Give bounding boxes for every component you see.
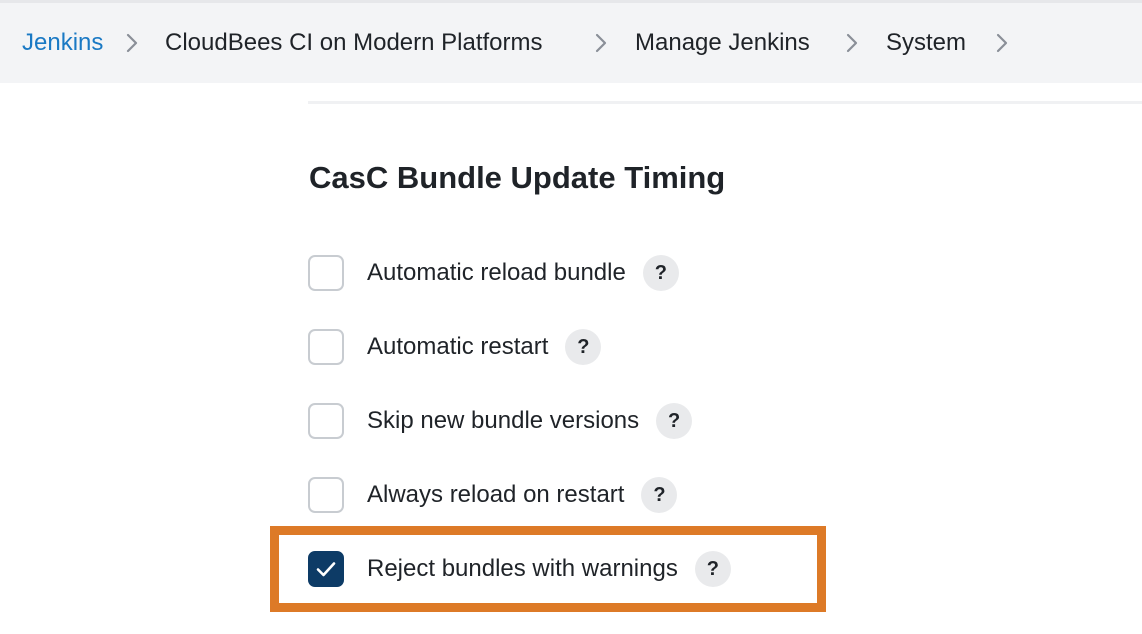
chevron-right-icon bbox=[593, 32, 609, 54]
option-label[interactable]: Reject bundles with warnings bbox=[367, 555, 678, 583]
help-icon[interactable]: ? bbox=[656, 403, 693, 439]
skip-new-bundle-versions-checkbox[interactable] bbox=[308, 403, 344, 439]
automatic-reload-bundle-checkbox[interactable] bbox=[308, 255, 344, 291]
always-reload-on-restart-checkbox[interactable] bbox=[308, 477, 344, 513]
reject-bundles-with-warnings-checkbox[interactable] bbox=[308, 551, 344, 587]
option-label[interactable]: Always reload on restart bbox=[367, 481, 624, 509]
help-icon[interactable]: ? bbox=[565, 329, 602, 365]
breadcrumb-item-manage-jenkins[interactable]: Manage Jenkins bbox=[635, 3, 810, 83]
option-reject-bundles-with-warnings: Reject bundles with warnings ? bbox=[308, 549, 731, 589]
option-skip-new-bundle-versions: Skip new bundle versions ? bbox=[308, 401, 693, 441]
breadcrumb: Jenkins CloudBees CI on Modern Platforms… bbox=[0, 3, 1142, 83]
section-title: CasC Bundle Update Timing bbox=[309, 160, 726, 195]
option-always-reload-on-restart: Always reload on restart ? bbox=[308, 475, 678, 515]
help-icon[interactable]: ? bbox=[642, 255, 679, 291]
chevron-right-icon bbox=[124, 32, 140, 54]
help-icon[interactable]: ? bbox=[641, 477, 678, 513]
option-label[interactable]: Skip new bundle versions bbox=[367, 407, 639, 435]
option-label[interactable]: Automatic reload bundle bbox=[367, 259, 626, 287]
help-icon[interactable]: ? bbox=[694, 551, 731, 587]
breadcrumb-item-system[interactable]: System bbox=[886, 3, 966, 83]
section-divider bbox=[308, 101, 1142, 104]
checkmark-icon bbox=[316, 562, 336, 577]
option-automatic-reload-bundle: Automatic reload bundle ? bbox=[308, 253, 679, 293]
option-automatic-restart: Automatic restart ? bbox=[308, 327, 602, 367]
automatic-restart-checkbox[interactable] bbox=[308, 329, 344, 365]
chevron-right-icon[interactable] bbox=[994, 32, 1010, 54]
chevron-right-icon bbox=[844, 32, 860, 54]
option-label[interactable]: Automatic restart bbox=[367, 333, 548, 361]
breadcrumb-item-jenkins[interactable]: Jenkins bbox=[22, 3, 103, 83]
breadcrumb-item-cloudbees-ci[interactable]: CloudBees CI on Modern Platforms bbox=[165, 3, 543, 83]
